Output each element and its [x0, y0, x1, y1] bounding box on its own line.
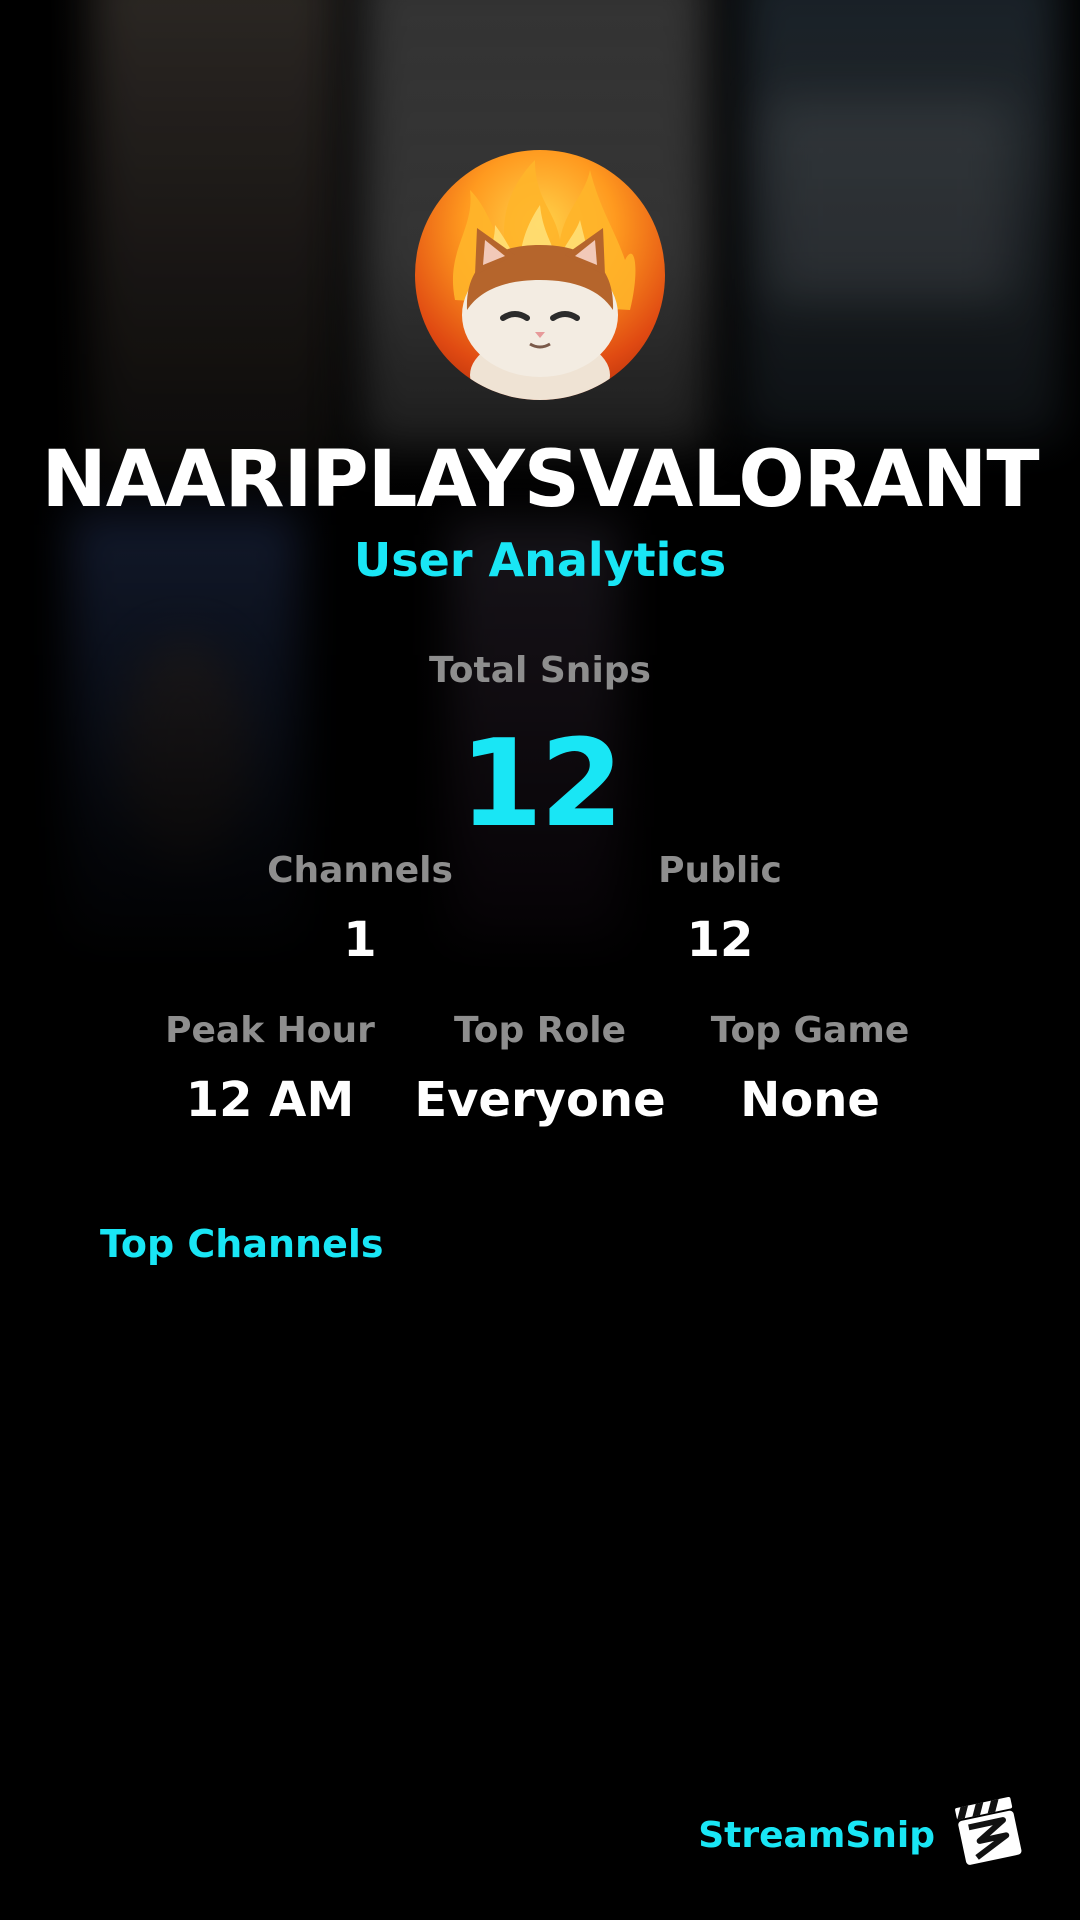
clapperboard-logo-icon [955, 1796, 1022, 1865]
top-game-value: None [740, 1072, 880, 1128]
peak-hour-label: Peak Hour [165, 1010, 375, 1051]
top-channels-title: Top Channels [100, 1222, 384, 1266]
page-subtitle: User Analytics [353, 533, 727, 587]
top-game-label: Top Game [710, 1010, 910, 1051]
username: NAARIPLAYSVALORANT [41, 435, 1039, 525]
fire-cat-avatar-icon [452, 160, 636, 400]
analytics-card: NAARIPLAYSVALORANT User Analytics Total … [0, 0, 1080, 1920]
channels-value: 1 [343, 912, 377, 968]
brand-name: StreamSnip [698, 1815, 935, 1856]
total-snips-label: Total Snips [429, 650, 651, 691]
public-label: Public [658, 850, 782, 891]
peak-hour-value: 12 AM [185, 1072, 355, 1128]
total-snips-value: 12 [459, 715, 624, 854]
top-role-label: Top Role [453, 1010, 627, 1051]
top-role-value: Everyone [414, 1072, 666, 1128]
channels-label: Channels [267, 850, 453, 891]
public-value: 12 [686, 912, 754, 968]
avatar [415, 150, 665, 400]
